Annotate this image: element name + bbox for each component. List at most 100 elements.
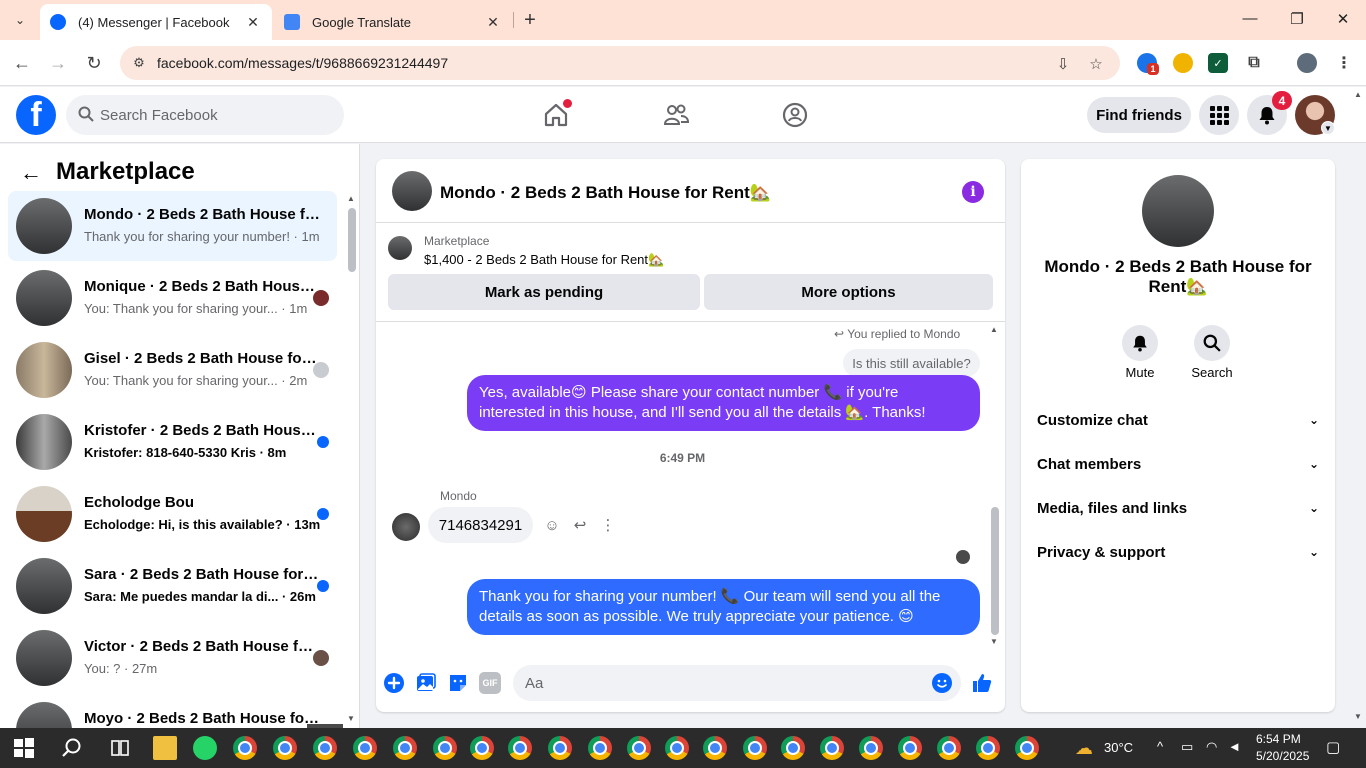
close-tab-icon[interactable]: ✕ [244, 13, 262, 31]
wifi-icon[interactable]: ◠ [1206, 739, 1217, 755]
battery-icon[interactable]: ▭ [1181, 739, 1193, 755]
close-window-icon[interactable]: ✕ [1333, 10, 1353, 28]
friends-icon[interactable] [662, 101, 690, 129]
tab-messenger[interactable]: (4) Messenger | Facebook ✕ [40, 4, 272, 40]
media-files-links-section[interactable]: Media, files and links ⌄ [1037, 492, 1319, 524]
customize-chat-section[interactable]: Customize chat ⌄ [1037, 404, 1319, 436]
chrome-profile-icon[interactable] [470, 736, 494, 760]
conversation-item[interactable]: Moyo · 2 Beds 2 Bath House for Rent [8, 695, 337, 728]
conversation-item[interactable]: Sara · 2 Beds 2 Bath House for Rent Sara… [8, 551, 337, 621]
reload-icon[interactable]: ↻ [83, 52, 105, 74]
scrollbar-thumb[interactable] [991, 507, 999, 635]
extensions-puzzle-icon[interactable]: ⧉ [1244, 53, 1264, 73]
conversation-item[interactable]: Echolodge Bou Echolodge: Hi, is this ava… [8, 479, 337, 549]
minimize-icon[interactable]: — [1240, 10, 1260, 27]
message-input[interactable] [525, 665, 925, 701]
profile-avatar[interactable] [1297, 53, 1317, 73]
sender-avatar[interactable] [392, 513, 420, 541]
chrome-profile-icon[interactable] [703, 736, 727, 760]
contact-avatar[interactable] [1142, 175, 1214, 247]
more-actions-icon[interactable]: ⋮ [598, 515, 618, 535]
scroll-up-arrow-icon[interactable]: ▲ [990, 325, 998, 334]
sticker-icon[interactable] [447, 672, 469, 694]
windows-start-icon[interactable] [12, 736, 36, 760]
attach-photo-icon[interactable] [415, 672, 437, 694]
file-explorer-icon[interactable] [153, 736, 177, 760]
chrome-profile-icon[interactable] [1015, 736, 1039, 760]
groups-icon[interactable] [781, 101, 809, 129]
chrome-profile-icon[interactable] [233, 736, 257, 760]
reply-icon[interactable]: ↩ [570, 515, 590, 535]
chrome-profile-icon[interactable] [588, 736, 612, 760]
bookmark-star-icon[interactable]: ☆ [1086, 54, 1106, 74]
whatsapp-icon[interactable] [193, 736, 217, 760]
conversation-item[interactable]: Monique · 2 Beds 2 Bath House for Rent Y… [8, 263, 337, 333]
chat-avatar[interactable] [392, 171, 432, 211]
chrome-profile-icon[interactable] [353, 736, 377, 760]
volume-icon[interactable]: ◄ [1228, 739, 1241, 754]
gif-icon[interactable]: GIF [479, 672, 501, 694]
close-tab-icon[interactable]: ✕ [484, 13, 502, 31]
chrome-profile-icon[interactable] [273, 736, 297, 760]
chevron-down-icon[interactable]: ▼ [1321, 121, 1335, 135]
chrome-profile-icon[interactable] [820, 736, 844, 760]
scrollbar-thumb[interactable] [348, 208, 356, 272]
scroll-down-arrow-icon[interactable]: ▼ [347, 714, 355, 723]
forward-icon[interactable]: → [47, 52, 69, 74]
clock-date[interactable]: 5/20/2025 [1256, 749, 1309, 763]
scroll-up-arrow-icon[interactable]: ▲ [1354, 90, 1362, 99]
weather-icon[interactable]: ☁ [1072, 736, 1096, 760]
facebook-search[interactable] [66, 95, 344, 135]
add-more-icon[interactable] [383, 672, 405, 694]
back-icon[interactable]: ← [11, 52, 33, 74]
listing-thumbnail[interactable] [388, 236, 412, 260]
search-icon[interactable] [60, 736, 84, 760]
clock-time[interactable]: 6:54 PM [1256, 732, 1301, 746]
info-icon[interactable]: i [962, 181, 984, 203]
install-app-icon[interactable]: ⇩ [1053, 54, 1073, 74]
chrome-profile-icon[interactable] [665, 736, 689, 760]
chrome-profile-icon[interactable] [508, 736, 532, 760]
chrome-profile-icon[interactable] [859, 736, 883, 760]
scroll-down-arrow-icon[interactable]: ▼ [1354, 712, 1362, 721]
tab-google-translate[interactable]: Google Translate ✕ [274, 4, 512, 40]
chrome-profile-icon[interactable] [937, 736, 961, 760]
chat-title[interactable]: Mondo · 2 Beds 2 Bath House for Rent🏡 [440, 183, 771, 203]
chrome-profile-icon[interactable] [393, 736, 417, 760]
quoted-message[interactable]: Is this still available? [843, 349, 980, 377]
chrome-profile-icon[interactable] [548, 736, 572, 760]
chrome-profile-icon[interactable] [898, 736, 922, 760]
mute-button[interactable] [1122, 325, 1158, 361]
menu-grid-button[interactable] [1199, 95, 1239, 135]
conversation-list-scrollbar[interactable]: ▲ ▼ [346, 194, 356, 724]
chrome-profile-icon[interactable] [433, 736, 457, 760]
restore-icon[interactable]: ❐ [1287, 10, 1307, 28]
conversation-item[interactable]: Kristofer · 2 Beds 2 Bath House for Rent… [8, 407, 337, 477]
site-info-icon[interactable]: ⚙ [130, 54, 148, 72]
emoji-icon[interactable] [932, 673, 952, 693]
conversation-item[interactable]: Victor · 2 Beds 2 Bath House for Rent Yo… [8, 623, 337, 693]
chrome-profile-icon[interactable] [313, 736, 337, 760]
conversation-item[interactable]: Mondo · 2 Beds 2 Bath House for Rent Tha… [8, 191, 337, 261]
mark-as-pending-button[interactable]: Mark as pending [388, 274, 700, 310]
tab-search-button[interactable]: ⌄ [8, 8, 32, 32]
address-bar[interactable]: ⚙ facebook.com/messages/t/96886692312444… [120, 46, 1120, 80]
chrome-profile-icon[interactable] [781, 736, 805, 760]
page-scrollbar[interactable]: ▲ ▼ [1352, 90, 1364, 726]
outgoing-message[interactable]: Yes, available😊 Please share your contac… [467, 375, 980, 431]
listing-price[interactable]: $1,400 - 2 Beds 2 Bath House for Rent🏡 [424, 252, 664, 268]
search-input[interactable] [100, 95, 330, 135]
react-emoji-icon[interactable]: ☺ [542, 515, 562, 535]
facebook-logo-icon[interactable]: f [16, 95, 56, 135]
more-options-button[interactable]: More options [704, 274, 993, 310]
task-view-icon[interactable] [108, 736, 132, 760]
outgoing-message[interactable]: Thank you for sharing your number! 📞 Our… [467, 579, 980, 635]
scroll-up-arrow-icon[interactable]: ▲ [347, 194, 355, 203]
message-composer[interactable] [513, 665, 961, 701]
chrome-profile-icon[interactable] [976, 736, 1000, 760]
conversation-item[interactable]: Gisel · 2 Beds 2 Bath House for Rent You… [8, 335, 337, 405]
new-tab-button[interactable]: + [518, 8, 542, 32]
back-arrow-icon[interactable]: ← [20, 160, 42, 186]
thumbs-up-icon[interactable] [971, 672, 993, 694]
privacy-support-section[interactable]: Privacy & support ⌄ [1037, 536, 1319, 568]
